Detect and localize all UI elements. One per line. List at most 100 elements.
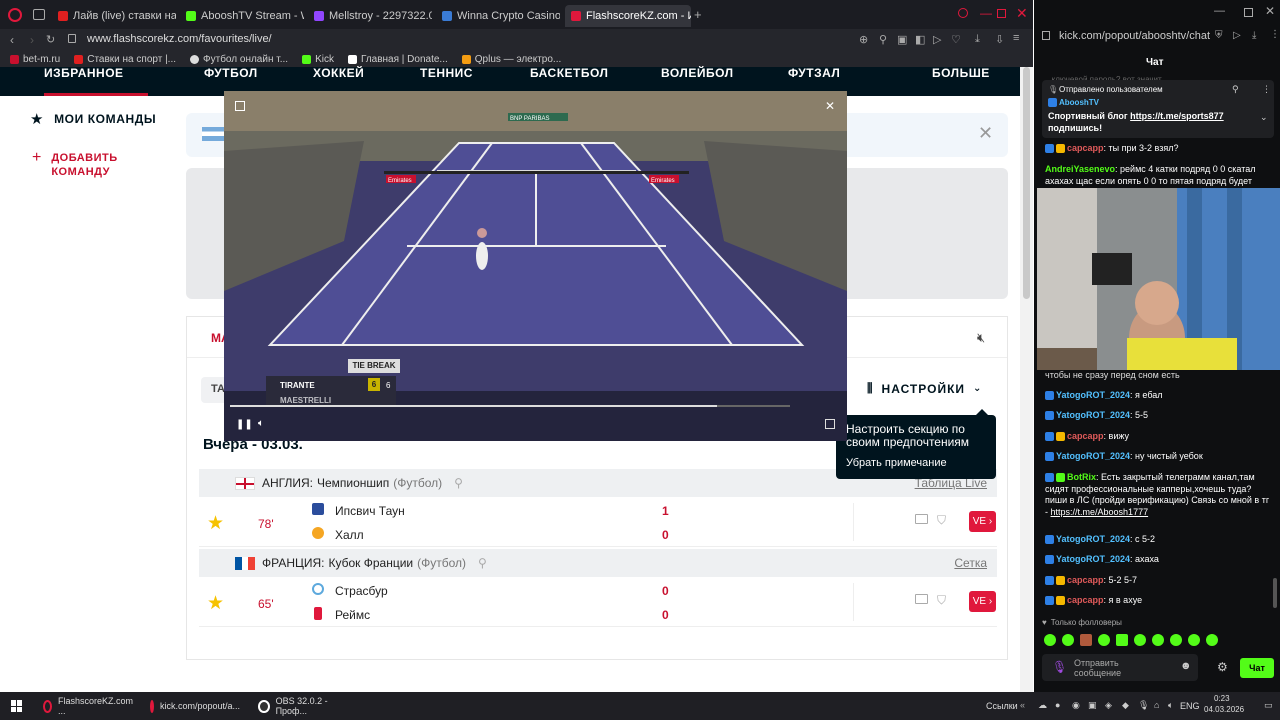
menu-icon[interactable]: ≡ bbox=[1013, 32, 1019, 44]
emote-icon[interactable] bbox=[1044, 634, 1056, 646]
tray-app-icon[interactable]: ▣ bbox=[1088, 700, 1097, 711]
tab-flashscore[interactable]: FlashscoreKZ.com - Избр bbox=[565, 5, 691, 27]
live-odds-button[interactable]: VE › bbox=[969, 511, 996, 532]
nav-hockey[interactable]: ХОККЕЙ bbox=[313, 66, 364, 80]
download-icon[interactable]: ⤓ bbox=[1252, 30, 1256, 41]
chat-scrollbar[interactable] bbox=[1273, 578, 1277, 608]
minimize-icon[interactable]: — bbox=[1214, 5, 1225, 17]
tray-cloud-icon[interactable]: ☁ bbox=[1038, 700, 1047, 711]
video-pip-player[interactable]: Emirates Emirates BNP PARIBAS TIE BREAK … bbox=[224, 91, 847, 441]
workspaces-icon[interactable] bbox=[33, 9, 45, 20]
tv-icon[interactable] bbox=[915, 594, 928, 604]
volume-icon[interactable]: 🔈︎ bbox=[258, 418, 264, 429]
nav-futsal[interactable]: ФУТЗАЛ bbox=[788, 66, 840, 80]
emote-icon[interactable] bbox=[1206, 634, 1218, 646]
emote-icon[interactable] bbox=[1170, 634, 1182, 646]
bookmark-item[interactable]: Ставки на спорт |... bbox=[74, 54, 176, 65]
tab-fonbet[interactable]: Лайв (live) ставки на т bbox=[52, 5, 176, 27]
send-icon[interactable]: ▷ bbox=[933, 33, 941, 46]
nav-tennis[interactable]: ТЕННИС bbox=[420, 66, 473, 80]
mute-icon[interactable]: 🔇︎ bbox=[977, 330, 985, 346]
tray-app-icon[interactable]: ◈ bbox=[1105, 700, 1112, 711]
nav-favorites[interactable]: ИЗБРАННОЕ bbox=[44, 66, 124, 80]
nav-more[interactable]: БОЛЬШЕ bbox=[932, 66, 990, 80]
pinned-link[interactable]: https://t.me/sports877 bbox=[1130, 111, 1224, 121]
maximize-icon[interactable] bbox=[1244, 8, 1253, 17]
mic-icon[interactable]: 🎙︎ bbox=[1138, 700, 1149, 711]
emote-icon[interactable] bbox=[1188, 634, 1200, 646]
emote-icon[interactable] bbox=[1062, 634, 1074, 646]
volume-icon[interactable]: 🔈︎ bbox=[1168, 700, 1173, 711]
tab-kick-stream[interactable]: AbooshTV Stream - Watc bbox=[180, 5, 304, 27]
pin-league-icon[interactable]: ⚲ bbox=[478, 556, 487, 570]
url-field[interactable]: kick.com/popout/abooshtv/chat bbox=[1059, 30, 1210, 42]
bookmark-item[interactable]: bet-m.ru bbox=[10, 54, 60, 65]
language-indicator[interactable]: ENG bbox=[1180, 701, 1200, 711]
league-name[interactable]: Чемпионшип bbox=[317, 476, 389, 490]
bookmark-item[interactable]: Qplus — электро... bbox=[461, 54, 561, 65]
shirt-icon[interactable]: ⛉ bbox=[937, 513, 946, 528]
my-teams-heading[interactable]: ★ МОИ КОМАНДЫ bbox=[30, 110, 156, 128]
tv-icon[interactable] bbox=[915, 514, 928, 524]
zoom-icon[interactable]: ⊕ bbox=[859, 33, 868, 46]
notifications-icon[interactable]: ▭ bbox=[1264, 700, 1273, 711]
bracket-link[interactable]: Сетка bbox=[954, 556, 987, 570]
clock-date[interactable]: 04.03.2026 bbox=[1204, 705, 1244, 714]
microphone-icon[interactable]: 🎙︎ bbox=[1052, 660, 1067, 674]
menu-icon[interactable]: ⋮ bbox=[1270, 29, 1280, 40]
reload-icon[interactable]: ↻ bbox=[46, 33, 55, 46]
fullscreen-icon[interactable] bbox=[825, 419, 835, 429]
nav-basketball[interactable]: БАСКЕТБОЛ bbox=[530, 66, 608, 80]
pin-icon[interactable]: ⚲ bbox=[879, 33, 887, 46]
shield-icon[interactable]: ⛨ bbox=[1215, 30, 1223, 41]
search-tabs-icon[interactable] bbox=[958, 8, 968, 18]
opera-logo-icon[interactable] bbox=[8, 8, 22, 22]
send-chat-button[interactable]: Чат bbox=[1240, 658, 1274, 678]
bookmark-item[interactable]: Футбол онлайн т... bbox=[190, 54, 288, 65]
tab-twitch-mellstroy[interactable]: Mellstroy - 2297322.0726 bbox=[308, 5, 432, 27]
nav-volleyball[interactable]: ВОЛЕЙБОЛ bbox=[661, 66, 734, 80]
chat-input[interactable]: 🎙︎ Отправить сообщение ☻ bbox=[1042, 654, 1198, 681]
extension-icon[interactable]: ◧ bbox=[915, 33, 925, 46]
tray-app-icon[interactable]: ◆ bbox=[1122, 700, 1129, 711]
live-odds-button[interactable]: VE › bbox=[969, 591, 996, 612]
downloads-icon[interactable]: ⇩ bbox=[995, 33, 1004, 46]
close-video-icon[interactable]: ✕ bbox=[825, 99, 835, 113]
forward-icon[interactable]: › bbox=[30, 33, 34, 47]
page-scrollbar[interactable] bbox=[1020, 67, 1033, 692]
close-window-icon[interactable]: ✕ bbox=[1265, 4, 1275, 18]
match-row[interactable]: ★ 78' Ипсвич Таун Халл 1 0 ⛉ VE › bbox=[199, 499, 997, 547]
scrollbar-thumb[interactable] bbox=[1023, 67, 1030, 299]
close-window-icon[interactable]: ✕ bbox=[1016, 5, 1028, 22]
emote-icon[interactable] bbox=[1098, 634, 1110, 646]
chevron-down-icon[interactable]: ⌄ bbox=[1260, 112, 1268, 124]
tooltip-dismiss[interactable]: Убрать примечание bbox=[846, 457, 986, 470]
pin-league-icon[interactable]: ⚲ bbox=[454, 476, 463, 490]
clock-time[interactable]: 0:23 bbox=[1214, 694, 1230, 703]
nav-football[interactable]: ФУТБОЛ bbox=[204, 66, 258, 80]
emote-icon[interactable] bbox=[1152, 634, 1164, 646]
taskbar-item-obs[interactable]: OBS 32.0.2 - Проф... bbox=[253, 695, 353, 717]
network-icon[interactable]: ⌂ bbox=[1154, 700, 1159, 710]
chat-link[interactable]: https://t.me/Aboosh1777 bbox=[1051, 507, 1149, 517]
add-team-link[interactable]: + ДОБАВИТЬ КОМАНДУ bbox=[32, 150, 141, 179]
url-field[interactable]: www.flashscorekz.com/favourites/live/ bbox=[87, 33, 272, 45]
chat-settings-gear-icon[interactable]: ⚙ bbox=[1217, 660, 1228, 674]
close-banner-icon[interactable]: ✕ bbox=[978, 123, 993, 144]
new-tab-icon[interactable]: + bbox=[694, 7, 702, 22]
video-progress-track[interactable] bbox=[230, 405, 790, 407]
emote-icon[interactable] bbox=[1116, 634, 1128, 646]
match-row[interactable]: ★ 65' Страсбур Реймс 0 0 ⛉ VE › bbox=[199, 579, 997, 627]
shirt-icon[interactable]: ⛉ bbox=[937, 593, 946, 608]
chevron-up-icon[interactable]: « bbox=[1020, 700, 1025, 710]
send-icon[interactable]: ▷ bbox=[1233, 30, 1241, 41]
taskbar-item-kick[interactable]: kick.com/popout/a... bbox=[145, 695, 245, 717]
tab-winna[interactable]: Winna Crypto Casino - Be bbox=[436, 5, 560, 27]
back-icon[interactable]: ‹ bbox=[10, 33, 14, 47]
download-icon[interactable]: ⤓ bbox=[975, 33, 980, 46]
emote-icon[interactable] bbox=[1134, 634, 1146, 646]
favorite-star-icon[interactable]: ★ bbox=[207, 512, 224, 535]
heart-icon[interactable]: ♡ bbox=[951, 33, 961, 46]
settings-button[interactable]: ⫼ НАСТРОЙКИ ⌄ bbox=[867, 381, 982, 396]
taskbar-links[interactable]: Ссылки bbox=[986, 701, 1018, 711]
